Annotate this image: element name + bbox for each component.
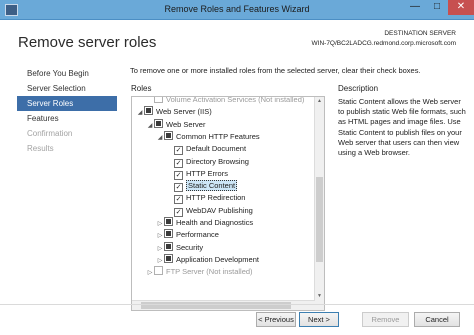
roles-tree[interactable]: ▲ ▼ Volume Activation Services (Not inst… bbox=[131, 96, 325, 311]
tree-item[interactable]: Volume Activation Services (Not installe… bbox=[146, 96, 305, 106]
next-button[interactable]: Next > bbox=[299, 312, 339, 327]
tree-item[interactable]: ✓ Directory Browsing bbox=[166, 156, 249, 168]
tree-item-label: Volume Activation Services (Not installe… bbox=[166, 96, 305, 104]
tree-item-label: HTTP Errors bbox=[186, 168, 228, 178]
tree-item[interactable]: ✓ Default Document bbox=[166, 143, 247, 156]
tree-item-label: Directory Browsing bbox=[186, 156, 249, 166]
role-checkbox bbox=[154, 266, 163, 276]
tree-item[interactable]: ▷ Health and Diagnostics bbox=[156, 217, 253, 229]
step-server-selection[interactable]: Server Selection bbox=[17, 81, 117, 96]
footer-divider bbox=[0, 304, 474, 305]
role-checkbox[interactable] bbox=[164, 241, 173, 251]
tree-item-label: Web Server bbox=[166, 119, 206, 129]
title-bar: Remove Roles and Features Wizard — □ ✕ bbox=[0, 0, 474, 20]
destination-server-label: DESTINATION SERVER bbox=[384, 30, 456, 37]
tree-item[interactable]: ◢ Common HTTP Features bbox=[156, 130, 260, 144]
expand-toggle-icon[interactable]: ▷ bbox=[156, 243, 164, 255]
scroll-down-arrow-icon[interactable]: ▼ bbox=[315, 292, 324, 301]
expand-toggle-icon[interactable]: ▷ bbox=[156, 255, 164, 267]
maximize-button[interactable]: □ bbox=[426, 0, 448, 15]
tree-item[interactable]: ▷ Application Development bbox=[156, 253, 259, 267]
cancel-button[interactable]: Cancel bbox=[414, 312, 460, 327]
tree-item[interactable]: ◢ Web Server bbox=[146, 118, 206, 132]
tree-item-label: Web Server (IIS) bbox=[156, 107, 212, 117]
tree-item-label: Performance bbox=[176, 230, 219, 240]
role-checkbox[interactable]: ✓ bbox=[174, 158, 183, 168]
role-checkbox[interactable] bbox=[164, 253, 173, 263]
role-checkbox[interactable] bbox=[164, 217, 173, 226]
close-button[interactable]: ✕ bbox=[448, 0, 474, 15]
tree-item[interactable]: ◢ Web Server (IIS) bbox=[136, 106, 212, 118]
tree-item[interactable]: ✓ Static Content bbox=[166, 180, 238, 193]
scroll-up-arrow-icon[interactable]: ▲ bbox=[315, 97, 324, 106]
role-checkbox[interactable]: ✓ bbox=[174, 183, 183, 193]
wizard-body: Remove server roles DESTINATION SERVER W… bbox=[0, 20, 474, 335]
step-results: Results bbox=[27, 144, 54, 153]
step-server-roles[interactable]: Server Roles bbox=[17, 96, 117, 111]
tree-vertical-scrollbar[interactable]: ▲ ▼ bbox=[314, 97, 324, 310]
expand-toggle-icon[interactable]: ▷ bbox=[156, 218, 164, 230]
page-title: Remove server roles bbox=[18, 34, 157, 51]
previous-button[interactable]: < Previous bbox=[256, 312, 296, 327]
expand-toggle-icon[interactable]: ◢ bbox=[146, 120, 154, 132]
window-title: Remove Roles and Features Wizard bbox=[164, 4, 310, 14]
tree-item-label: Application Development bbox=[176, 254, 259, 264]
step-confirmation: Confirmation bbox=[27, 129, 73, 138]
role-checkbox[interactable] bbox=[154, 118, 163, 128]
tree-horizontal-scrollbar[interactable] bbox=[132, 300, 315, 310]
tree-item[interactable]: ✓ HTTP Errors bbox=[166, 168, 228, 180]
role-checkbox[interactable]: ✓ bbox=[174, 207, 183, 217]
tree-item-label: Default Document bbox=[186, 144, 247, 154]
tree-item-label: FTP Server (Not installed) bbox=[166, 267, 253, 277]
role-checkbox[interactable]: ✓ bbox=[174, 195, 183, 205]
step-before-you-begin[interactable]: Before You Begin bbox=[17, 66, 117, 81]
expand-toggle-icon[interactable]: ▷ bbox=[156, 230, 164, 242]
remove-button: Remove bbox=[362, 312, 409, 327]
tree-item-label: Health and Diagnostics bbox=[176, 218, 254, 227]
tree-item-label: Common HTTP Features bbox=[176, 131, 260, 141]
tree-item[interactable]: ✓ WebDAV Publishing bbox=[166, 205, 253, 217]
tree-item-label: WebDAV Publishing bbox=[186, 205, 253, 215]
role-checkbox[interactable]: ✓ bbox=[174, 170, 183, 180]
tree-item[interactable]: ▷ FTP Server (Not installed) bbox=[146, 266, 253, 278]
role-checkbox bbox=[154, 97, 163, 103]
expand-toggle-icon[interactable]: ◢ bbox=[136, 107, 144, 119]
wizard-steps-nav: Before You Begin Server Selection Server… bbox=[17, 66, 117, 156]
minimize-button[interactable]: — bbox=[404, 0, 426, 15]
vertical-scroll-thumb[interactable] bbox=[316, 177, 323, 262]
role-checkbox[interactable]: ✓ bbox=[174, 146, 183, 156]
role-checkbox[interactable] bbox=[164, 130, 173, 140]
role-checkbox[interactable] bbox=[164, 229, 173, 239]
tree-item[interactable]: ▷ Security bbox=[156, 241, 204, 255]
instructions-text: To remove one or more installed roles fr… bbox=[130, 66, 421, 75]
tree-item[interactable]: ▷ Performance bbox=[156, 229, 219, 241]
step-features[interactable]: Features bbox=[17, 111, 117, 126]
expand-toggle-icon[interactable]: ◢ bbox=[156, 132, 164, 144]
role-checkbox[interactable] bbox=[144, 106, 153, 116]
tree-item-label: Security bbox=[176, 242, 204, 252]
roles-header: Roles bbox=[131, 84, 152, 93]
destination-server-name: WIN-7Q/BC2LADCG.redmond.corp.microsoft.c… bbox=[311, 40, 456, 47]
description-header: Description bbox=[338, 84, 379, 93]
role-description-text: Static Content allows the Web server to … bbox=[338, 97, 466, 158]
tree-item-label: Static Content bbox=[186, 180, 238, 192]
expand-toggle-icon[interactable]: ▷ bbox=[146, 267, 154, 279]
tree-item[interactable]: ✓ HTTP Redirection bbox=[166, 192, 246, 205]
tree-item-label: HTTP Redirection bbox=[186, 193, 246, 203]
